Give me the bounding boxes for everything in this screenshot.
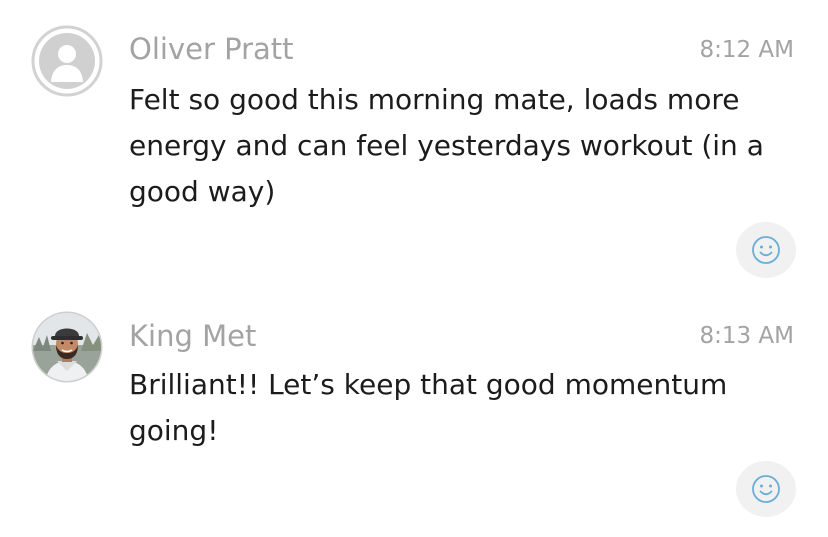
message-item: Oliver Pratt 8:12 AM Felt so good this m… [0,0,828,290]
message-text: Felt so good this morning mate, loads mo… [129,83,764,208]
message-timestamp: 8:12 AM [699,37,794,63]
smiley-face-icon [752,236,780,264]
sender-name: King Met [129,319,257,353]
message-text: Brilliant!! Let’s keep that good momentu… [129,368,728,447]
sender-name: Oliver Pratt [129,32,294,66]
default-user-silhouette-icon [31,25,103,97]
avatar[interactable] [31,25,103,97]
add-reaction-button[interactable] [736,222,796,278]
smiley-face-icon [752,475,780,503]
message-item: King Met 8:13 AM Brilliant!! Let’s keep … [0,290,828,537]
add-reaction-button[interactable] [736,461,796,517]
message-timestamp: 8:13 AM [699,323,794,349]
avatar[interactable] [31,311,103,383]
user-profile-photo [31,311,103,383]
